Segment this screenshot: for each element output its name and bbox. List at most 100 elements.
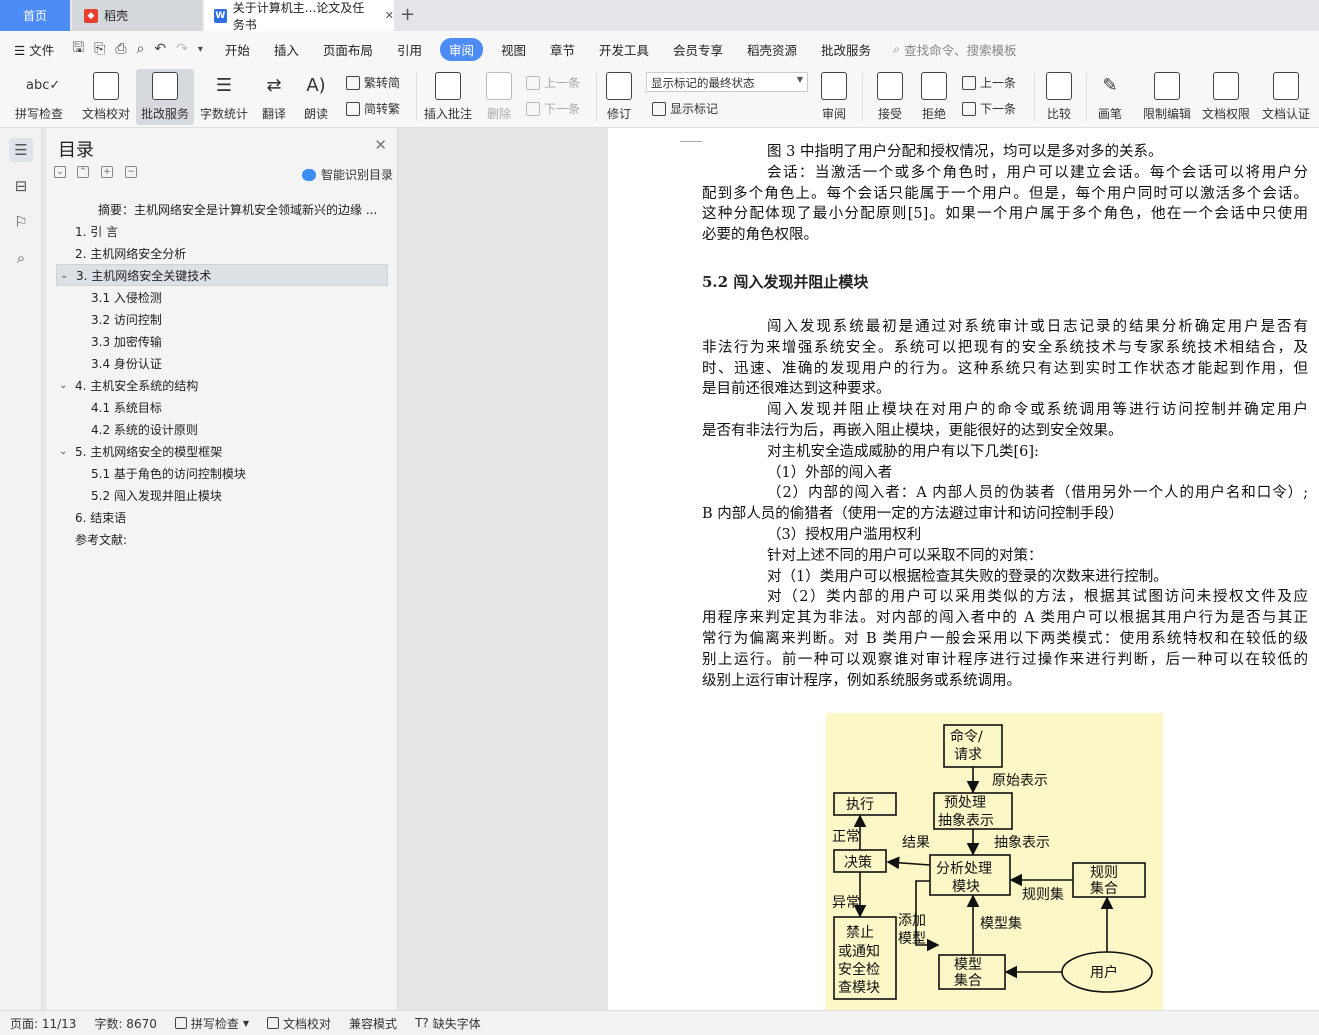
next-comment-button[interactable]: 下一条 <box>526 100 580 117</box>
search-rail-icon[interactable]: ⌕ <box>9 246 33 270</box>
compare-button[interactable]: 比较 <box>1040 69 1078 125</box>
expand-up-icon[interactable]: ⌃ <box>77 166 89 178</box>
toc-item[interactable]: 4.2 系统的设计原则 <box>56 418 388 440</box>
command-search[interactable]: ⌕ 查找命令、搜索模板 <box>893 40 1017 59</box>
track-changes-button[interactable]: 修订 <box>600 69 638 125</box>
chevron-down-icon[interactable]: ⌄ <box>59 446 67 457</box>
toc-item[interactable]: 3.3 加密传输 <box>56 330 388 352</box>
markup-state-select[interactable]: 显示标记的最终状态 ▼ <box>646 72 808 92</box>
pen-icon: ✎ <box>1102 75 1118 96</box>
word-count-button[interactable]: ☰ 字数统计 <box>198 69 250 125</box>
word-count-indicator[interactable]: 字数: 8670 <box>94 1015 156 1032</box>
print-icon[interactable]: ⎙ <box>115 41 126 57</box>
insert-comment-button[interactable]: 插入批注 <box>422 69 474 125</box>
collapse-all-icon[interactable]: ⌄ <box>54 166 66 178</box>
toc-item[interactable]: 5.1 基于角色的访问控制模块 <box>56 462 388 484</box>
save-icon[interactable]: 🖫 <box>72 37 84 61</box>
toc-item[interactable]: 4.1 系统目标 <box>56 396 388 418</box>
translate-button[interactable]: ⇄ 翻译 <box>254 69 294 125</box>
remove-heading-icon[interactable]: − <box>125 166 137 178</box>
tab-home[interactable]: 首页 <box>0 0 70 31</box>
prev-change-button[interactable]: 上一条 <box>962 74 1016 91</box>
next-change-label: 下一条 <box>980 102 1017 116</box>
delete-comment-button[interactable]: 删除 <box>480 69 518 125</box>
reject-button[interactable]: 拒绝 <box>914 69 954 125</box>
toc-item[interactable]: ⌄ 3. 主机网络安全关键技术 <box>56 264 388 286</box>
prev-comment-button[interactable]: 上一条 <box>526 74 580 91</box>
missing-font-status[interactable]: T? 缺失字体 <box>415 1015 481 1032</box>
more-icon[interactable]: ▾ <box>198 44 203 55</box>
toc-item[interactable]: 3.2 访问控制 <box>56 308 388 330</box>
menu-daoke-resources[interactable]: 稻壳资源 <box>747 40 797 59</box>
tab-document[interactable]: W 关于计算机主...论文及任务书 ✕ <box>204 0 394 32</box>
spell-check-button[interactable]: abc✓ 拼写检查 <box>8 69 70 125</box>
menu-page-layout[interactable]: 页面布局 <box>323 40 373 59</box>
bookmark-rail-icon[interactable]: ⚐ <box>9 210 33 234</box>
toc-item[interactable]: ⌄ 5. 主机网络安全的模型框架 <box>56 440 388 462</box>
toc-item[interactable]: 2. 主机网络安全分析 <box>56 242 388 264</box>
page-indicator[interactable]: 页面: 11/13 <box>10 1015 76 1032</box>
menu-start[interactable]: 开始 <box>225 40 250 59</box>
undo-icon[interactable]: ↶ <box>154 41 166 57</box>
menu-correction[interactable]: 批改服务 <box>821 40 871 59</box>
menu-developer[interactable]: 开发工具 <box>599 40 649 59</box>
toc-rail-icon[interactable]: ☰ <box>9 138 33 162</box>
review-pane-button[interactable]: 审阅 <box>816 69 852 125</box>
toc-item[interactable]: 3.4 身份认证 <box>56 352 388 374</box>
compare-icon <box>1046 72 1072 100</box>
document-permission-label: 文档权限 <box>1201 107 1250 121</box>
print-preview-icon[interactable]: ⌕ <box>137 41 145 57</box>
toc-item[interactable]: 3.1 入侵检测 <box>56 286 388 308</box>
fig-cmd-line2: 请求 <box>954 747 982 763</box>
paragraph-line: 用程序来判定其为非法。对内部的闯入者中的 A 类用户可以根据其用户行为是否与其正 <box>702 610 1308 627</box>
redo-icon[interactable]: ↷ <box>176 41 188 57</box>
toc-item[interactable]: 1. 引 言 <box>56 220 388 242</box>
show-markup-button[interactable]: 显示标记 <box>652 100 718 117</box>
proofread-status[interactable]: 文档校对 <box>267 1015 331 1032</box>
menu-member[interactable]: 会员专享 <box>673 40 723 59</box>
chapter-rail-icon[interactable]: ⊟ <box>9 174 33 198</box>
menu-insert[interactable]: 插入 <box>274 40 299 59</box>
ai-icon <box>301 168 316 181</box>
read-aloud-button[interactable]: A) 朗读 <box>298 69 334 125</box>
review-pane-icon <box>821 72 847 100</box>
next-change-button[interactable]: 下一条 <box>962 100 1016 117</box>
pen-button[interactable]: ✎ 画笔 <box>1092 69 1128 125</box>
toc-item[interactable]: 5.2 闯入发现并阻止模块 <box>56 484 388 506</box>
ribbon-separator <box>596 73 597 121</box>
document-certify-button[interactable]: 文档认证 <box>1258 69 1314 125</box>
restrict-editing-button[interactable]: 限制编辑 <box>1140 69 1194 125</box>
toc-item[interactable]: 参考文献: <box>56 528 388 550</box>
close-icon[interactable]: ✕ <box>374 136 387 154</box>
toc-item[interactable]: 6. 结束语 <box>56 506 388 528</box>
reject-icon <box>921 72 947 100</box>
document-permission-button[interactable]: 文档权限 <box>1198 69 1254 125</box>
compat-mode-status[interactable]: 兼容模式 <box>349 1015 397 1032</box>
toc-item[interactable]: ⌄ 4. 主机安全系统的结构 <box>56 374 388 396</box>
toc-item-label: 4.1 系统目标 <box>91 400 162 415</box>
chevron-down-icon[interactable]: ⌄ <box>60 270 68 281</box>
document-page[interactable]: 图 3 中指明了用户分配和授权情况，均可以是多对多的关系。 会话：当激活一个或多个… <box>608 128 1319 1010</box>
smart-toc-button[interactable]: 智能识别目录 <box>301 166 393 183</box>
export-icon[interactable]: ⎘ <box>94 41 105 57</box>
paragraph-line: 图 3 中指明了用户分配和授权情况，均可以是多对多的关系。 <box>767 144 1163 160</box>
chevron-down-icon: ▼ <box>242 1018 250 1028</box>
menu-view[interactable]: 视图 <box>501 40 526 59</box>
proofread-button[interactable]: 文档校对 <box>78 69 134 125</box>
trad-to-simp-button[interactable]: 繁转简 <box>346 74 400 91</box>
tab-daoke[interactable]: ◆ 稻壳 <box>72 0 202 31</box>
menu-review[interactable]: 审阅 <box>439 37 483 61</box>
file-menu[interactable]: ☰ 文件 <box>14 40 54 59</box>
toc-item[interactable]: 摘要：主机网络安全是计算机安全领域新兴的边缘 ... <box>56 198 388 220</box>
menu-references[interactable]: 引用 <box>397 40 422 59</box>
chevron-down-icon[interactable]: ⌄ <box>59 380 67 391</box>
menu-chapter[interactable]: 章节 <box>550 40 575 59</box>
new-tab-icon[interactable]: + <box>400 4 415 25</box>
simp-to-trad-button[interactable]: 简转繁 <box>346 100 400 117</box>
spell-check-status[interactable]: 拼写检查 ▼ <box>174 1015 250 1032</box>
add-heading-icon[interactable]: + <box>101 166 113 178</box>
correction-service-button[interactable]: 批改服务 <box>136 69 194 125</box>
fig-decide: 决策 <box>844 854 872 871</box>
close-tab-icon[interactable]: ✕ <box>385 9 394 22</box>
accept-button[interactable]: 接受 <box>870 69 910 125</box>
